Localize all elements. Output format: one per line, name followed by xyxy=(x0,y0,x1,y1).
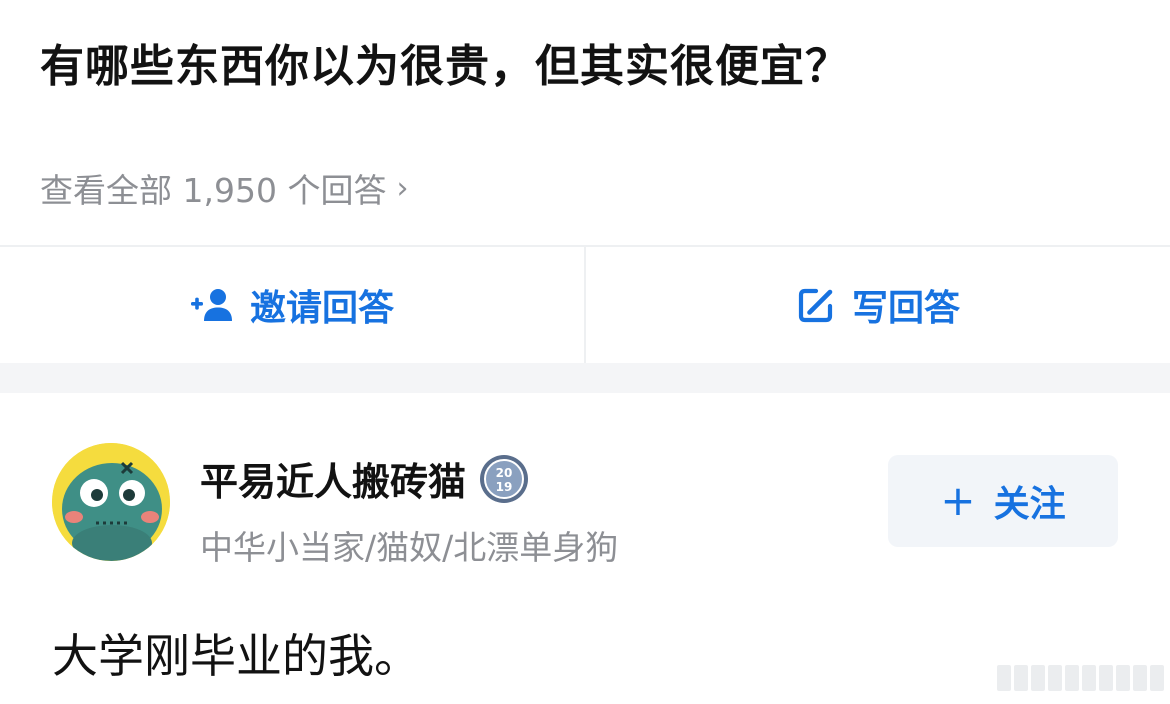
question-action-bar: 邀请回答 写回答 xyxy=(0,247,1170,363)
write-answer-button[interactable]: 写回答 xyxy=(586,247,1170,363)
author-bio: 中华小当家/猫奴/北漂单身狗 xyxy=(200,528,619,567)
year-badge-icon: 20 19 xyxy=(480,454,529,503)
follow-button[interactable]: + 关注 xyxy=(888,455,1118,547)
author-name-line: 平易近人搬砖猫 20 19 xyxy=(200,451,530,506)
follow-label: 关注 xyxy=(993,484,1066,525)
answer-content[interactable]: 大学刚毕业的我。 xyxy=(52,620,420,686)
write-answer-label: 写回答 xyxy=(851,288,960,329)
plus-icon: + xyxy=(940,476,976,525)
badge-text-top: 20 xyxy=(496,466,513,480)
invite-answer-label: 邀请回答 xyxy=(249,288,394,329)
watermark-logo xyxy=(974,662,1164,694)
answer-author-header: 平易近人搬砖猫 20 19 中华小当家/猫奴/北漂单身狗 + 关注 xyxy=(0,393,1170,593)
view-all-label: 查看全部 1,950 个回答 xyxy=(40,171,387,210)
chevron-right-icon: › xyxy=(396,170,409,206)
invite-answer-button[interactable]: 邀请回答 xyxy=(0,247,584,363)
author-avatar[interactable] xyxy=(52,443,170,561)
edit-icon xyxy=(798,288,833,323)
question-title[interactable]: 有哪些东西你以为很贵，但其实很便宜？ xyxy=(40,30,850,94)
avatar-image xyxy=(52,443,170,561)
badge-text-bottom: 19 xyxy=(496,480,513,494)
author-name[interactable]: 平易近人搬砖猫 xyxy=(200,451,466,506)
question-page: 有哪些东西你以为很贵，但其实很便宜？ 查看全部 1,950 个回答 › 邀请回答… xyxy=(0,0,1170,704)
view-all-answers-link[interactable]: 查看全部 1,950 个回答 › xyxy=(40,164,408,212)
section-separator xyxy=(0,363,1170,393)
add-user-icon xyxy=(190,289,232,321)
